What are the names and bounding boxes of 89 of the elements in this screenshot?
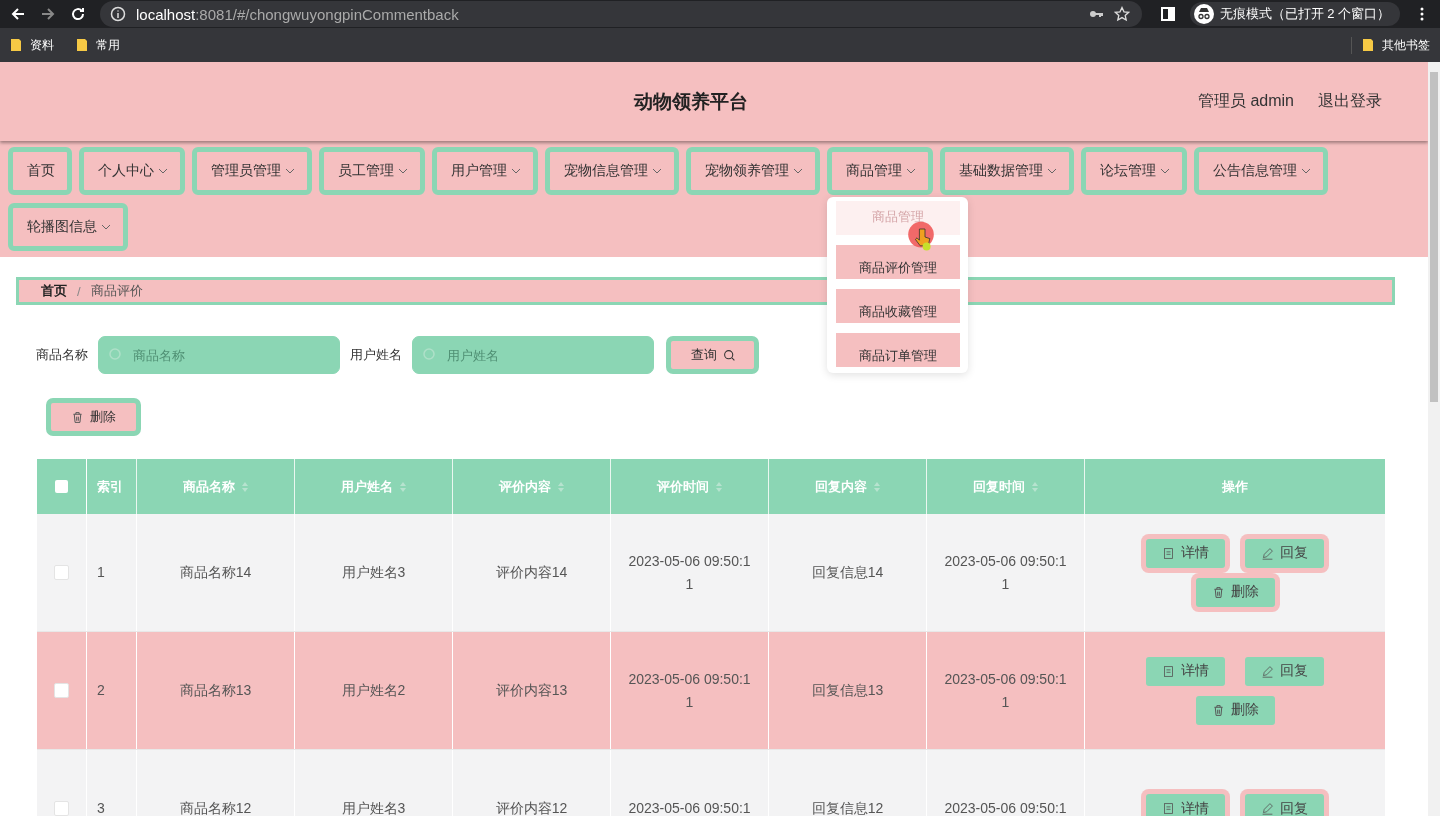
- cursor-icon: [907, 221, 935, 253]
- table-cell-text: 用户姓名2: [341, 681, 406, 700]
- table-cell-text: 回复信息12: [811, 799, 884, 816]
- document-icon: [1162, 664, 1175, 678]
- delete-button[interactable]: 删除: [46, 398, 141, 436]
- table-cell-text: 2023-05-06 09:50:11: [627, 669, 752, 712]
- folder-icon: [10, 38, 22, 52]
- row-checkbox[interactable]: [54, 565, 69, 580]
- nav-menu-item[interactable]: 首页: [8, 147, 72, 195]
- reply-button[interactable]: 回复: [1245, 656, 1324, 686]
- sort-icon[interactable]: [556, 480, 565, 493]
- url-text: localhost:8081/#/chongwuyongpinCommentback: [136, 5, 459, 23]
- trash-icon: [71, 410, 84, 424]
- bookmark-folder[interactable]: 其他书签: [1351, 36, 1430, 54]
- table-cell-text: 商品名称12: [179, 799, 252, 816]
- star-icon[interactable]: [1113, 6, 1130, 22]
- nav-menu-item[interactable]: 基础数据管理: [940, 147, 1074, 195]
- table-cell-text: 用户姓名3: [341, 563, 406, 582]
- table-cell-text: 商品名称14: [179, 563, 252, 582]
- nav-menu-item[interactable]: 商品管理: [827, 147, 933, 195]
- table-cell-text: 评价内容12: [495, 799, 568, 816]
- folder-icon: [1362, 38, 1374, 52]
- table-cell-text: 评价内容13: [495, 681, 568, 700]
- dropdown-item[interactable]: 商品评价管理: [835, 245, 960, 279]
- sort-icon[interactable]: [1030, 480, 1039, 493]
- dropdown-item[interactable]: 商品订单管理: [835, 333, 960, 367]
- nav-menu-item[interactable]: 个人中心: [79, 147, 185, 195]
- field-label: 商品名称: [36, 346, 88, 364]
- document-icon: [1162, 802, 1175, 815]
- bookmark-folder[interactable]: 资料: [10, 36, 54, 54]
- input-field[interactable]: 商品名称: [98, 336, 340, 374]
- table-cell-text: 2023-05-06 09:50:1: [628, 799, 751, 816]
- trash-icon: [1211, 703, 1225, 717]
- search-button[interactable]: 查询: [666, 336, 759, 374]
- select-all-checkbox[interactable]: [55, 480, 68, 493]
- table-cell-text: 1: [97, 563, 105, 582]
- column-header: 操作: [1221, 477, 1249, 496]
- incognito-indicator[interactable]: 无痕模式（已打开 2 个窗口）: [1189, 2, 1400, 26]
- folder-icon: [76, 38, 88, 52]
- pencil-icon: [1261, 802, 1274, 815]
- breadcrumb-item[interactable]: 首页: [41, 282, 67, 300]
- field-label: 用户姓名: [350, 346, 402, 364]
- forward-icon[interactable]: [40, 6, 56, 22]
- side-panel-icon[interactable]: [1159, 6, 1176, 22]
- table-cell-text: 2023-05-06 09:50:11: [943, 551, 1068, 594]
- row-checkbox[interactable]: [54, 683, 69, 698]
- trash-icon: [1211, 585, 1225, 599]
- breadcrumb-separator: /: [77, 283, 81, 299]
- nav-menu-item[interactable]: 宠物领养管理: [686, 147, 820, 195]
- delete-button[interactable]: 删除: [1195, 695, 1275, 725]
- nav-menu-item[interactable]: 宠物信息管理: [545, 147, 679, 195]
- table-cell-text: 评价内容14: [495, 563, 568, 582]
- table-cell-text: 用户姓名3: [341, 799, 406, 816]
- nav-menu-item[interactable]: 用户管理: [432, 147, 538, 195]
- back-icon[interactable]: [10, 6, 26, 22]
- sort-icon[interactable]: [872, 480, 881, 493]
- row-checkbox[interactable]: [54, 801, 69, 816]
- breadcrumb-item: 商品评价: [90, 282, 143, 300]
- input-field[interactable]: 用户姓名: [412, 336, 654, 374]
- nav-menu-item[interactable]: 管理员管理: [192, 147, 312, 195]
- table-cell-text: 2023-05-06 09:50:1: [944, 799, 1067, 816]
- pencil-icon: [1261, 546, 1274, 560]
- nav-menu-item[interactable]: 公告信息管理: [1194, 147, 1328, 195]
- address-bar[interactable]: localhost:8081/#/chongwuyongpinCommentback: [100, 1, 1142, 27]
- sort-icon[interactable]: [240, 480, 249, 493]
- sort-icon[interactable]: [398, 480, 407, 493]
- document-icon: [1162, 546, 1175, 560]
- dropdown-item[interactable]: 商品收藏管理: [835, 289, 960, 323]
- table-cell-text: 2023-05-06 09:50:11: [627, 551, 752, 594]
- logout-link[interactable]: 退出登录: [1318, 91, 1382, 112]
- pencil-icon: [1261, 664, 1274, 678]
- table-cell-text: 3: [97, 799, 105, 816]
- table-cell-text: 2023-05-06 09:50:11: [943, 669, 1068, 712]
- table-cell-text: 2: [97, 681, 105, 700]
- user-name: 管理员 admin: [1197, 91, 1294, 111]
- scrollbar[interactable]: [1428, 62, 1440, 816]
- bookmark-folder[interactable]: 常用: [76, 36, 120, 54]
- detail-button[interactable]: 详情: [1146, 656, 1225, 686]
- table-cell-text: 回复信息14: [811, 563, 884, 582]
- nav-menu-item[interactable]: 轮播图信息: [8, 203, 128, 251]
- info-icon[interactable]: [110, 6, 126, 22]
- site-title: 动物领养平台: [634, 89, 748, 114]
- nav-menu-item[interactable]: 员工管理: [319, 147, 425, 195]
- reload-icon[interactable]: [70, 6, 86, 22]
- incognito-icon: [1193, 4, 1214, 24]
- table-cell-text: 商品名称13: [179, 681, 252, 700]
- table-cell-text: 回复信息13: [811, 681, 884, 700]
- nav-menu-item[interactable]: 论坛管理: [1081, 147, 1187, 195]
- sort-icon[interactable]: [714, 480, 723, 493]
